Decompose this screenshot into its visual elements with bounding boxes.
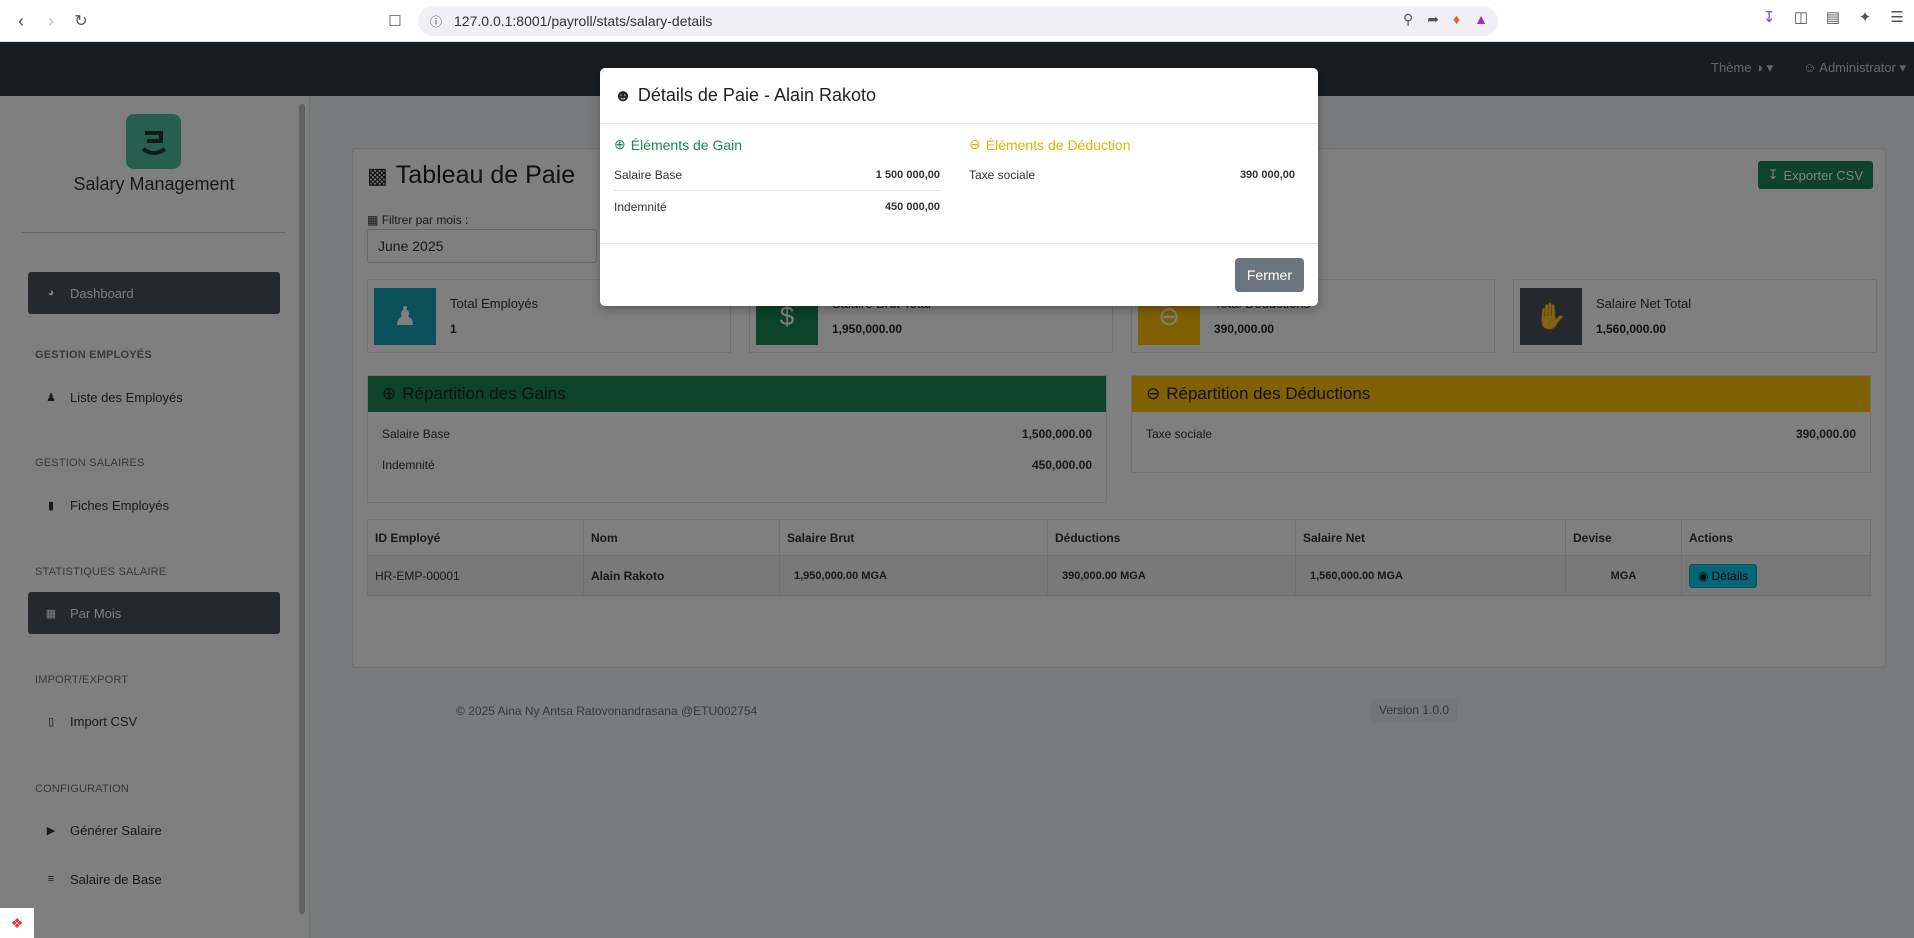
back-icon[interactable]: ‹ [6, 6, 36, 36]
laravel-icon[interactable]: ❖ [0, 908, 34, 938]
item-label: Salaire Base [614, 167, 683, 182]
item-label: Indemnité [614, 200, 667, 214]
url-text: 127.0.0.1:8001/payroll/stats/salary-deta… [454, 13, 713, 29]
site-info-icon[interactable]: ⓘ [430, 13, 442, 30]
user-icon: ☻ [614, 85, 632, 105]
modal-title: Détails de Paie - Alain Rakoto [637, 85, 877, 105]
plus-circle-icon: ⊕ [614, 136, 626, 152]
modal-header: ☻ Détails de Paie - Alain Rakoto [600, 68, 1318, 124]
brave-shield-icon[interactable]: ♦ [1453, 11, 1460, 28]
modal-body: ⊕ Éléments de Gain Salaire Base 1 500 00… [600, 124, 1318, 244]
ai-icon[interactable]: ✦ [1854, 6, 1876, 28]
bookmark-icon[interactable]: ☐ [380, 6, 410, 36]
deductions-column-title-text: Éléments de Déduction [985, 136, 1131, 153]
item-amount: 1 500 000,00 [875, 168, 940, 181]
share-icon[interactable]: ➦ [1427, 11, 1439, 28]
sidebar-toggle-icon[interactable]: ◫ [1790, 6, 1812, 28]
deductions-column-title: ⊖ Éléments de Déduction [969, 136, 1295, 153]
menu-icon[interactable]: ☰ [1886, 6, 1908, 28]
browser-toolbar: ‹ › ↻ ☐ ⓘ 127.0.0.1:8001/payroll/stats/s… [0, 0, 1914, 42]
zoom-icon[interactable]: ⚲ [1403, 11, 1413, 28]
item-label: Taxe sociale [969, 168, 1036, 182]
deduction-item: Taxe sociale 390 000,00 [969, 159, 1295, 191]
reload-icon[interactable]: ↻ [66, 6, 96, 36]
gains-column-title-text: Éléments de Gain [630, 136, 743, 153]
deductions-column: ⊖ Éléments de Déduction Taxe sociale 390… [969, 136, 1295, 191]
gains-column-title: ⊕ Éléments de Gain [614, 136, 940, 153]
address-bar[interactable]: ⓘ 127.0.0.1:8001/payroll/stats/salary-de… [418, 6, 1498, 36]
gains-column: ⊕ Éléments de Gain Salaire Base 1 500 00… [614, 136, 940, 223]
item-amount: 450 000,00 [884, 201, 940, 213]
forward-icon[interactable]: › [36, 6, 66, 36]
download-icon[interactable]: ↧ [1758, 6, 1780, 28]
rewards-icon[interactable]: ▲ [1474, 11, 1488, 28]
gain-item: Salaire Base 1 500 000,00 [614, 159, 940, 191]
minus-circle-icon: ⊖ [969, 136, 981, 152]
close-button[interactable]: Fermer [1234, 258, 1304, 292]
salary-details-modal: ☻ Détails de Paie - Alain Rakoto ⊕ Éléme… [600, 68, 1318, 306]
item-amount: 390 000,00 [1239, 169, 1295, 181]
gain-item: Indemnité 450 000,00 [614, 191, 940, 223]
wallet-icon[interactable]: ▤ [1822, 6, 1844, 28]
